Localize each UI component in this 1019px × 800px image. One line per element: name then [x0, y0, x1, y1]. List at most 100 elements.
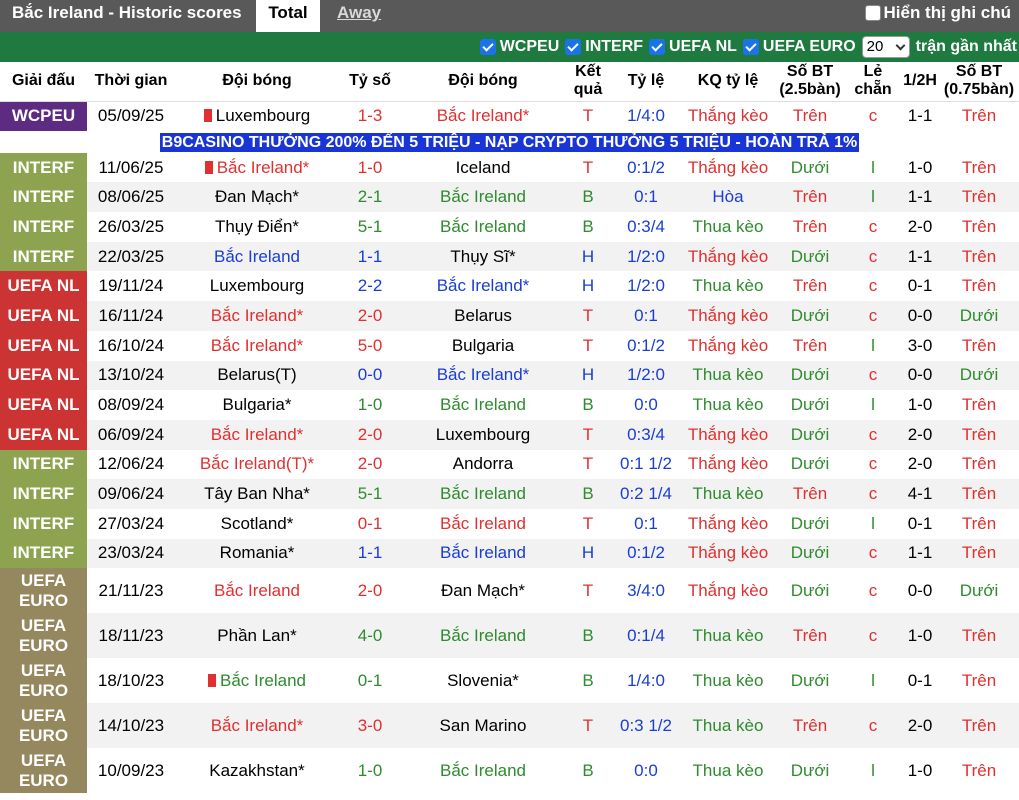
score-cell[interactable]: 1-0 — [339, 390, 401, 420]
goals-075-cell: Trên — [939, 153, 1019, 183]
away-team-cell[interactable]: Đan Mạch* — [401, 568, 565, 613]
filter-wcpeu[interactable]: WCPEU — [479, 38, 559, 56]
home-team-cell[interactable]: Bắc Ireland* — [175, 301, 339, 331]
half-score-text: 2-0 — [907, 715, 933, 735]
table-row: INTERF 12/06/24 Bắc Ireland(T)* 2-0 Andorra T… — [0, 449, 1019, 480]
ad-banner[interactable]: B9CASINO THƯỞNG 200% ĐẾN 5 TRIỆU - NẠP C… — [0, 130, 1019, 153]
half-score-text: 2-0 — [907, 424, 933, 444]
league-cell: UEFA NL — [0, 390, 87, 420]
home-team-cell[interactable]: Scotland* — [175, 509, 339, 539]
score-cell[interactable]: 4-0 — [339, 613, 401, 659]
score-cell[interactable]: 5-1 — [339, 479, 401, 509]
match-count-select[interactable]: 20 — [861, 36, 910, 58]
show-notes-checkbox[interactable] — [864, 5, 881, 21]
away-team-cell[interactable]: Belarus — [401, 301, 565, 331]
score-cell[interactable]: 2-0 — [339, 450, 401, 480]
home-team-cell[interactable]: Luxembourg — [175, 101, 339, 131]
away-team-cell[interactable]: Bắc Ireland* — [401, 271, 565, 301]
score-cell[interactable]: 2-2 — [339, 271, 401, 301]
away-team-cell[interactable]: Bắc Ireland — [401, 538, 565, 569]
away-team-cell[interactable]: Bắc Ireland — [401, 509, 565, 539]
score-cell[interactable]: 2-0 — [339, 301, 401, 331]
league-cell: INTERF — [0, 182, 87, 213]
score-cell[interactable]: 1-1 — [339, 241, 401, 272]
date-cell: 09/06/24 — [87, 479, 175, 509]
league-cell: INTERF — [0, 449, 87, 480]
home-team-cell[interactable]: Kazakhstan* — [175, 748, 339, 793]
score-cell[interactable]: 1-3 — [339, 101, 401, 131]
away-team-cell[interactable]: Thụy Sĩ* — [401, 241, 565, 272]
goals-075-cell: Trên — [939, 509, 1019, 539]
home-team-cell[interactable]: Bulgaria* — [175, 390, 339, 420]
away-team-cell[interactable]: Iceland — [401, 153, 565, 183]
home-team-cell[interactable]: Bắc Ireland* — [175, 703, 339, 749]
odd-even-text: c — [868, 276, 878, 296]
score-cell[interactable]: 0-0 — [339, 360, 401, 391]
score-cell[interactable]: 1-1 — [339, 538, 401, 569]
away-team-cell[interactable]: Bắc Ireland — [401, 748, 565, 793]
match-count-label: trận gần nhất — [915, 38, 1017, 55]
home-team-cell[interactable]: Bắc Ireland* — [175, 419, 339, 450]
away-team-cell[interactable]: Bắc Ireland — [401, 212, 565, 242]
away-team-cell[interactable]: Bắc Ireland — [401, 479, 565, 509]
checkbox-icon[interactable] — [565, 39, 582, 55]
home-team-cell[interactable]: Bắc Ireland — [175, 241, 339, 272]
tab-total[interactable]: Total — [256, 0, 320, 32]
home-team-cell[interactable]: Bắc Ireland — [175, 658, 339, 703]
home-team-cell[interactable]: Bắc Ireland — [175, 568, 339, 613]
away-team-cell[interactable]: Andorra — [401, 450, 565, 480]
odds-text: 0:3 1/2 — [620, 715, 672, 735]
filter-uefa-euro[interactable]: UEFA EURO — [742, 38, 856, 56]
checkbox-icon[interactable] — [742, 39, 759, 55]
home-team-cell[interactable]: Bắc Ireland* — [175, 153, 339, 183]
result-cell: T — [565, 509, 611, 539]
score-cell[interactable]: 0-1 — [339, 509, 401, 539]
ad-banner-text[interactable]: B9CASINO THƯỞNG 200% ĐẾN 5 TRIỆU - NẠP C… — [159, 132, 860, 152]
league-filters: WCPEU INTERF UEFA NL UEFA EURO 20 trận g… — [479, 36, 1019, 58]
score-cell[interactable]: 1-0 — [339, 153, 401, 183]
home-team-cell[interactable]: Đan Mạch* — [175, 182, 339, 213]
league-text: INTERF — [12, 187, 75, 207]
date-cell: 14/10/23 — [87, 703, 175, 749]
away-team-cell[interactable]: Bắc Ireland* — [401, 360, 565, 391]
away-team-cell[interactable]: Bắc Ireland — [401, 182, 565, 213]
half-score-text: 1-1 — [907, 187, 933, 207]
score-cell[interactable]: 5-0 — [339, 331, 401, 361]
home-team-cell[interactable]: Phần Lan* — [175, 613, 339, 659]
ad-banner-row[interactable]: B9CASINO THƯỞNG 200% ĐẾN 5 TRIỆU - NẠP C… — [0, 130, 1019, 153]
show-notes-toggle[interactable]: Hiển thị ghi chú — [864, 3, 1011, 23]
home-team-cell[interactable]: Bắc Ireland* — [175, 331, 339, 361]
goals-075-text: Trên — [961, 395, 997, 415]
away-team-cell[interactable]: Bắc Ireland — [401, 390, 565, 420]
checkbox-icon[interactable] — [649, 39, 666, 55]
league-text: UEFA EURO — [18, 615, 69, 655]
score-cell[interactable]: 2-0 — [339, 419, 401, 450]
home-team-cell[interactable]: Bắc Ireland(T)* — [175, 450, 339, 480]
score-cell[interactable]: 1-0 — [339, 748, 401, 793]
score-cell[interactable]: 3-0 — [339, 703, 401, 749]
home-team-cell[interactable]: Luxembourg — [175, 271, 339, 301]
away-team-cell[interactable]: Bắc Ireland* — [401, 101, 565, 131]
filter-interf[interactable]: INTERF — [565, 38, 643, 56]
home-team-cell[interactable]: Belarus(T) — [175, 360, 339, 391]
result-cell: B — [565, 479, 611, 509]
home-team-cell[interactable]: Romania* — [175, 538, 339, 569]
home-team-text: Belarus(T) — [217, 365, 297, 385]
date-cell: 08/06/25 — [87, 182, 175, 213]
away-team-text: Bắc Ireland — [440, 187, 526, 207]
score-cell[interactable]: 5-1 — [339, 212, 401, 242]
home-team-cell[interactable]: Tây Ban Nha* — [175, 479, 339, 509]
score-cell[interactable]: 0-1 — [339, 658, 401, 703]
tab-away[interactable]: Away — [337, 3, 381, 23]
away-team-cell[interactable]: Luxembourg — [401, 419, 565, 450]
score-cell[interactable]: 2-0 — [339, 568, 401, 613]
away-team-cell[interactable]: Bắc Ireland — [401, 613, 565, 659]
away-team-cell[interactable]: San Marino — [401, 703, 565, 749]
away-team-cell[interactable]: Slovenia* — [401, 658, 565, 703]
score-cell[interactable]: 2-1 — [339, 182, 401, 213]
home-team-cell[interactable]: Thụy Điển* — [175, 212, 339, 242]
odd-even-cell: l — [845, 390, 901, 420]
away-team-cell[interactable]: Bulgaria — [401, 331, 565, 361]
checkbox-icon[interactable] — [479, 39, 496, 55]
filter-uefa-nl[interactable]: UEFA NL — [649, 38, 737, 56]
